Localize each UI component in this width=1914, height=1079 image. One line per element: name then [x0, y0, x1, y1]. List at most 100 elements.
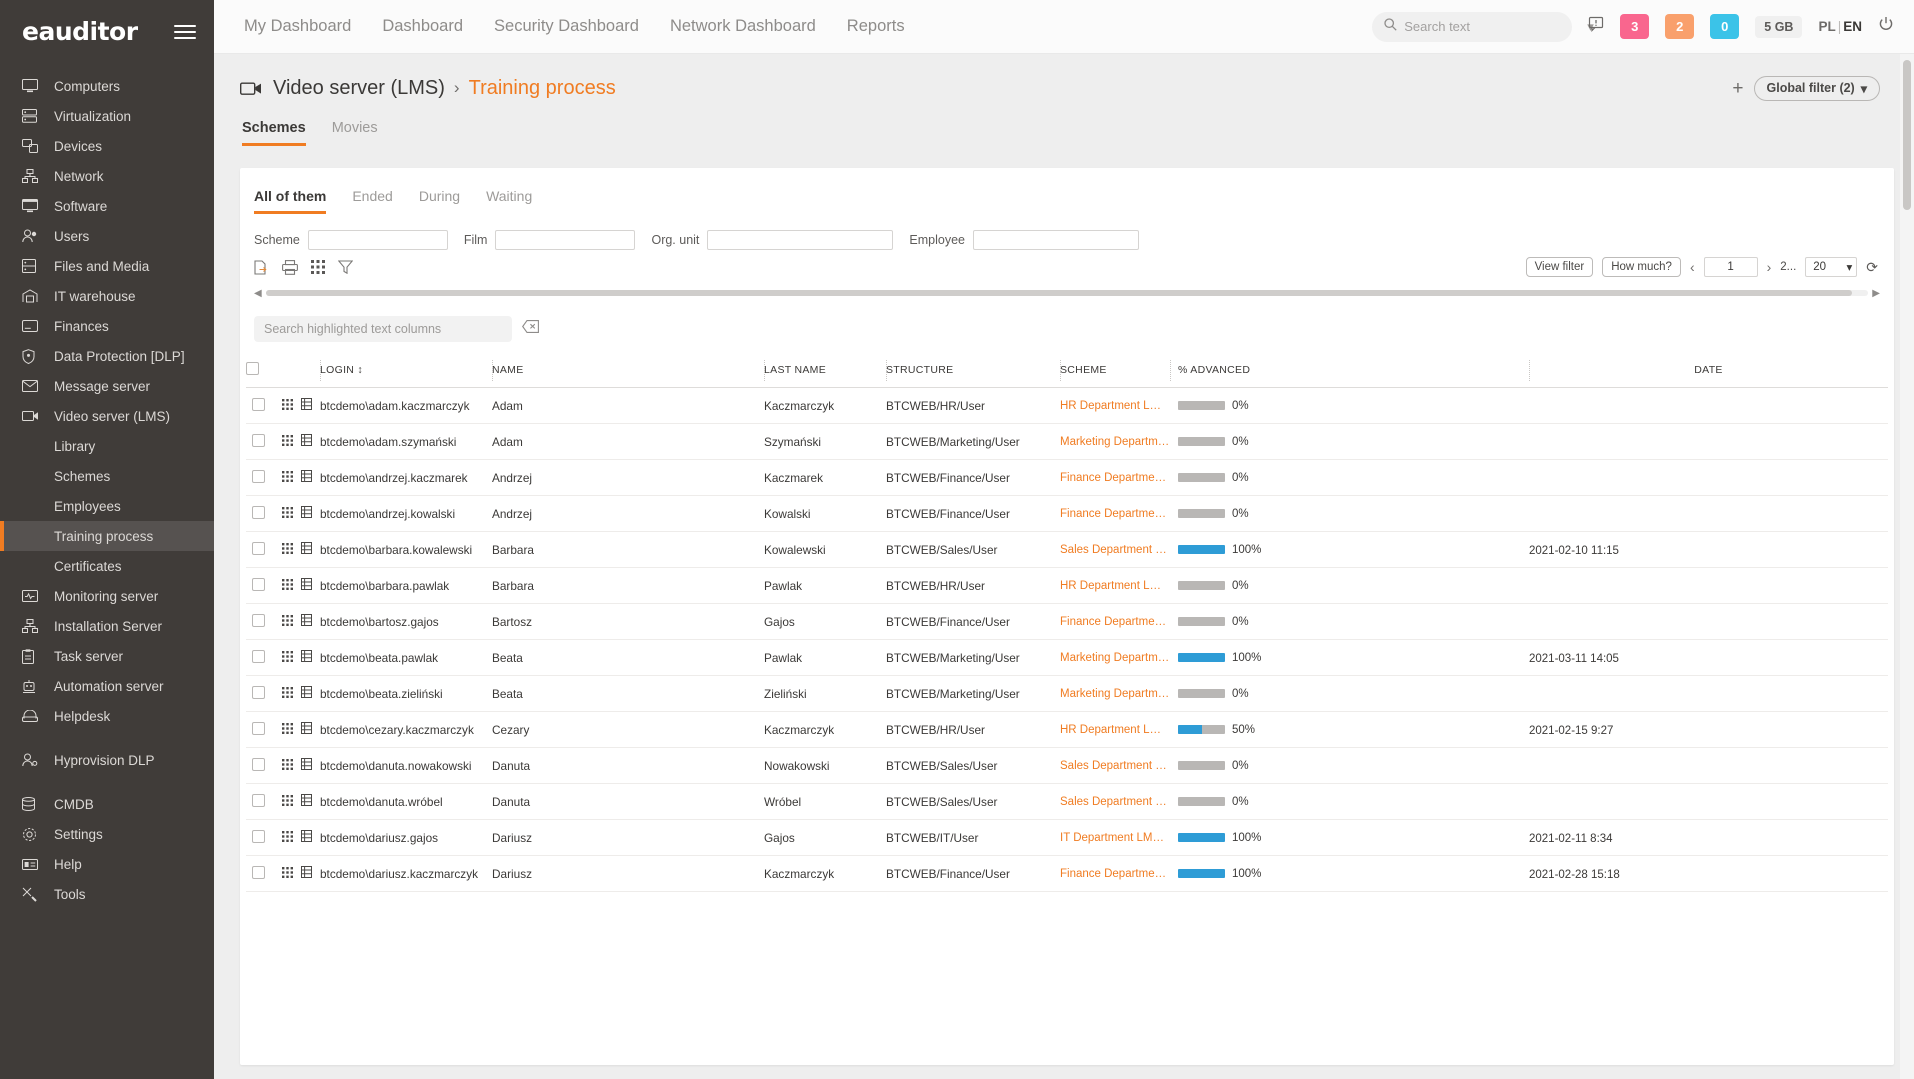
- scheme-link[interactable]: HR Department LMS Scheme: [1060, 400, 1170, 412]
- grid-icon[interactable]: [282, 866, 293, 881]
- sidebar-item-users[interactable]: Users: [0, 221, 214, 251]
- view-filter-button[interactable]: View filter: [1525, 257, 1594, 277]
- lang-en[interactable]: EN: [1843, 19, 1862, 34]
- row-checkbox[interactable]: [252, 793, 265, 807]
- details-icon[interactable]: [301, 434, 312, 449]
- sidebar-item-data-protection-dlp[interactable]: Data Protection [DLP]: [0, 341, 214, 371]
- grid-icon[interactable]: [282, 542, 293, 557]
- table-row[interactable]: btcdemo\bartosz.gajos Bartosz Gajos BTCWEB/…: [246, 603, 1888, 640]
- table-row[interactable]: btcdemo\barbara.kowalewski Barbara Kowalew…: [246, 531, 1888, 568]
- row-checkbox[interactable]: [252, 757, 265, 771]
- grid-icon[interactable]: [282, 578, 293, 593]
- print-icon[interactable]: [282, 259, 298, 275]
- details-icon[interactable]: [301, 614, 312, 629]
- scheme-link[interactable]: HR Department LMS Scheme: [1060, 724, 1170, 736]
- table-row[interactable]: btcdemo\andrzej.kowalski Andrzej Kowalski B…: [246, 495, 1888, 532]
- language-switcher[interactable]: PL | EN: [1818, 19, 1862, 34]
- clear-icon[interactable]: [522, 320, 539, 338]
- tab-all-of-them[interactable]: All of them: [254, 188, 327, 214]
- row-checkbox[interactable]: [252, 505, 265, 519]
- details-icon[interactable]: [301, 542, 312, 557]
- filter-icon[interactable]: [338, 260, 353, 274]
- sidebar-subitem-library[interactable]: Library: [0, 431, 214, 461]
- table-row[interactable]: btcdemo\dariusz.kaczmarczyk Dariusz Kaczma…: [246, 855, 1888, 892]
- scheme-link[interactable]: Finance Department LMS Scheme: [1060, 868, 1170, 880]
- sidebar-item-computers[interactable]: Computers: [0, 71, 214, 101]
- details-icon[interactable]: [301, 506, 312, 521]
- table-row[interactable]: btcdemo\adam.kaczmarczyk Adam Kaczmarczyk B…: [246, 387, 1888, 424]
- scheme-link[interactable]: Marketing Department LMS Sche…: [1060, 688, 1170, 700]
- col-login[interactable]: ⋯ LOGIN ↕: [320, 356, 492, 388]
- refresh-icon[interactable]: ⟳: [1866, 259, 1878, 276]
- row-checkbox[interactable]: [252, 433, 265, 447]
- details-icon[interactable]: [301, 722, 312, 737]
- details-icon[interactable]: [301, 650, 312, 665]
- row-checkbox[interactable]: [252, 721, 265, 735]
- row-checkbox[interactable]: [252, 541, 265, 555]
- row-checkbox[interactable]: [252, 649, 265, 663]
- details-icon[interactable]: [301, 578, 312, 593]
- sidebar-item-settings[interactable]: Settings: [0, 819, 214, 849]
- row-checkbox[interactable]: [252, 397, 265, 411]
- lang-pl[interactable]: PL: [1818, 19, 1835, 34]
- scheme-select[interactable]: [307, 230, 448, 250]
- table-row[interactable]: btcdemo\beata.zieliński Beata Zieliński BTC…: [246, 675, 1888, 712]
- badge-critical[interactable]: 3: [1620, 14, 1650, 39]
- sidebar-item-tools[interactable]: Tools: [0, 879, 214, 909]
- page-number-input[interactable]: 1: [1703, 257, 1758, 277]
- grid-icon[interactable]: [282, 506, 293, 521]
- scheme-link[interactable]: Sales Department LMS Scheme: [1060, 544, 1170, 556]
- sidebar-item-virtualization[interactable]: Virtualization: [0, 101, 214, 131]
- details-icon[interactable]: [301, 398, 312, 413]
- sidebar-item-network[interactable]: Network: [0, 161, 214, 191]
- scroll-track[interactable]: [265, 290, 1869, 296]
- scheme-link[interactable]: Marketing Department LMS Sche…: [1060, 436, 1170, 448]
- scheme-link[interactable]: Finance Department LMS Scheme: [1060, 616, 1170, 628]
- highlight-search-input[interactable]: [264, 322, 502, 336]
- details-icon[interactable]: [301, 866, 312, 881]
- details-icon[interactable]: [301, 794, 312, 809]
- hamburger-menu-icon[interactable]: [174, 21, 196, 43]
- sidebar-subitem-training-process[interactable]: Training process: [0, 521, 214, 551]
- scheme-link[interactable]: HR Department LMS Scheme: [1060, 580, 1170, 592]
- table-row[interactable]: btcdemo\danuta.nowakowski Danuta Nowakowsk…: [246, 747, 1888, 784]
- page-scroll-thumb[interactable]: [1903, 60, 1911, 210]
- col-scheme[interactable]: ⋯ SCHEME: [1060, 356, 1170, 388]
- topnav-my-dashboard[interactable]: My Dashboard: [244, 17, 351, 36]
- table-row[interactable]: btcdemo\adam.szymański Adam Szymański BTCWE…: [246, 423, 1888, 460]
- row-checkbox[interactable]: [252, 685, 265, 699]
- sidebar-item-task-server[interactable]: Task server: [0, 641, 214, 671]
- global-filter-button[interactable]: Global filter (2) ▾: [1753, 75, 1880, 101]
- sidebar-item-it-warehouse[interactable]: IT warehouse: [0, 281, 214, 311]
- org-unit-select[interactable]: [707, 230, 894, 250]
- scheme-link[interactable]: Sales Department LMS Scheme: [1060, 796, 1170, 808]
- row-checkbox[interactable]: [252, 829, 265, 843]
- film-select[interactable]: [495, 230, 636, 250]
- grid-icon[interactable]: [282, 794, 293, 809]
- topnav-dashboard[interactable]: Dashboard: [382, 17, 463, 36]
- table-row[interactable]: btcdemo\cezary.kaczmarczyk Cezary Kaczmarc…: [246, 711, 1888, 748]
- scheme-link[interactable]: IT Department LMS Scheme: [1060, 832, 1170, 844]
- col-name[interactable]: ⋯ NAME: [492, 356, 664, 388]
- row-checkbox[interactable]: [252, 865, 265, 879]
- sidebar-item-installation-server[interactable]: Installation Server: [0, 611, 214, 641]
- tab-schemes[interactable]: Schemes: [242, 120, 306, 146]
- scroll-thumb[interactable]: [265, 290, 1853, 296]
- table-row[interactable]: btcdemo\danuta.wróbel Danuta Wróbel BTCWEB/…: [246, 783, 1888, 820]
- tab-ended[interactable]: Ended: [352, 188, 392, 214]
- topnav-security-dashboard[interactable]: Security Dashboard: [494, 17, 639, 36]
- badge-warning[interactable]: 2: [1665, 14, 1695, 39]
- how-much-button[interactable]: How much?: [1602, 257, 1681, 277]
- grid-icon[interactable]: [282, 758, 293, 773]
- table-row[interactable]: btcdemo\dariusz.gajos Dariusz Gajos BTCWEB/…: [246, 819, 1888, 856]
- details-icon[interactable]: [301, 830, 312, 845]
- sidebar-item-automation-server[interactable]: Automation server: [0, 671, 214, 701]
- sidebar-item-software[interactable]: Software: [0, 191, 214, 221]
- horizontal-scrollbar[interactable]: ◀ ▶: [254, 288, 1880, 299]
- table-row[interactable]: btcdemo\andrzej.kaczmarek Andrzej Kaczmare…: [246, 459, 1888, 496]
- scheme-link[interactable]: Sales Department LMS Scheme: [1060, 760, 1170, 772]
- sidebar-item-hyprovision-dlp[interactable]: Hyprovision DLP: [0, 745, 214, 775]
- storage-indicator[interactable]: 5 GB: [1755, 15, 1803, 38]
- col-advanced[interactable]: ⋯ % ADVANCED: [1170, 356, 1529, 388]
- grid-icon[interactable]: [282, 830, 293, 845]
